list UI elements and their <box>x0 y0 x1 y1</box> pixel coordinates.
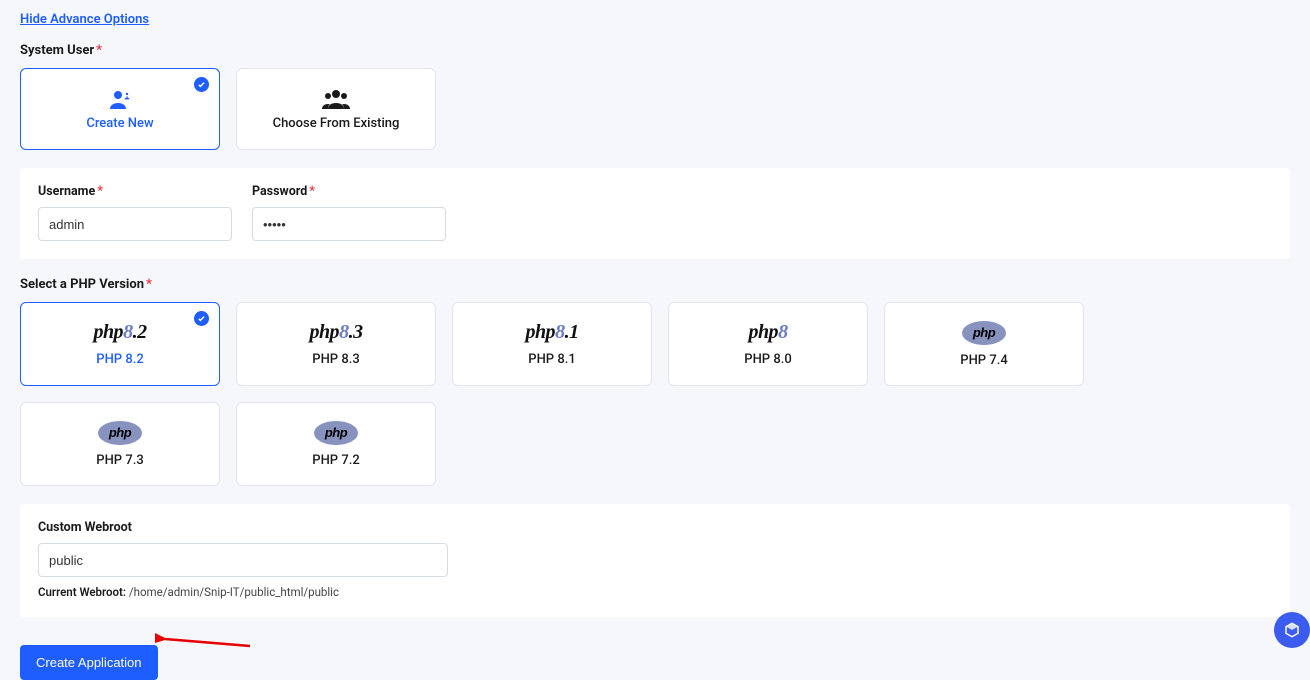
webroot-input[interactable] <box>38 543 448 577</box>
users-group-icon <box>322 88 350 110</box>
php-version-grid: php8.2 PHP 8.2 php8.3 PHP 8.3 php8.1 PHP… <box>20 302 1290 486</box>
php-card-7-4[interactable]: php PHP 7.4 <box>884 302 1084 386</box>
php-logo-icon: php8.1 <box>525 321 578 344</box>
cube-icon <box>1283 621 1301 639</box>
password-input[interactable] <box>252 207 446 241</box>
php-card-7-3[interactable]: php PHP 7.3 <box>20 402 220 486</box>
php-version-text: PHP 8.3 <box>312 352 359 367</box>
php-card-7-2[interactable]: php PHP 7.2 <box>236 402 436 486</box>
php-logo-icon: php8 <box>748 321 787 344</box>
user-plus-icon <box>108 88 132 110</box>
php-card-8-2[interactable]: php8.2 PHP 8.2 <box>20 302 220 386</box>
check-icon <box>194 77 209 92</box>
php-card-8-3[interactable]: php8.3 PHP 8.3 <box>236 302 436 386</box>
create-new-card[interactable]: Create New <box>20 68 220 150</box>
php-version-text: PHP 8.0 <box>744 352 791 367</box>
credentials-panel: Username* Password* <box>20 168 1290 259</box>
username-input[interactable] <box>38 207 232 241</box>
php-logo-icon: php8.2 <box>93 321 146 344</box>
php-logo-icon: php <box>98 421 142 445</box>
php-logo-icon: php8.3 <box>309 321 362 344</box>
hide-advance-link[interactable]: Hide Advance Options <box>20 12 149 27</box>
password-label: Password* <box>252 184 446 199</box>
help-fab[interactable] <box>1274 612 1310 648</box>
choose-existing-card[interactable]: Choose From Existing <box>236 68 436 150</box>
create-application-button[interactable]: Create Application <box>20 645 158 680</box>
php-version-label: Select a PHP Version* <box>20 277 1290 292</box>
php-logo-icon: php <box>314 421 358 445</box>
webroot-label: Custom Webroot <box>38 520 1272 535</box>
php-card-8-0[interactable]: php8 PHP 8.0 <box>668 302 868 386</box>
php-version-text: PHP 7.4 <box>960 353 1007 368</box>
php-version-text: PHP 8.2 <box>96 352 143 367</box>
php-logo-icon: php <box>962 321 1006 345</box>
system-user-label: System User* <box>20 43 1290 58</box>
php-version-text: PHP 7.2 <box>312 453 359 468</box>
create-new-label: Create New <box>86 116 153 131</box>
webroot-panel: Custom Webroot Current Webroot: /home/ad… <box>20 504 1290 617</box>
php-version-text: PHP 7.3 <box>96 453 143 468</box>
check-icon <box>194 311 209 326</box>
php-card-8-1[interactable]: php8.1 PHP 8.1 <box>452 302 652 386</box>
php-version-text: PHP 8.1 <box>528 352 575 367</box>
choose-existing-label: Choose From Existing <box>273 116 400 131</box>
current-webroot-text: Current Webroot: /home/admin/Snip-IT/pub… <box>38 585 1272 599</box>
username-label: Username* <box>38 184 232 199</box>
